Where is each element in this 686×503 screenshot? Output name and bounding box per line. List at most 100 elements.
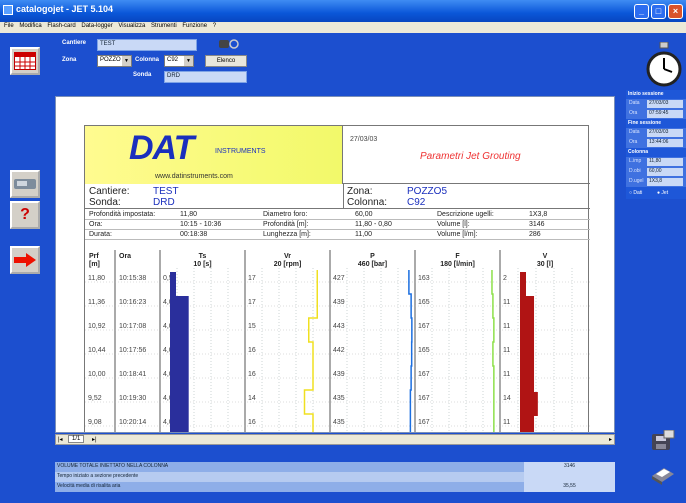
zona-value: POZZO5 bbox=[407, 186, 448, 197]
summary-label: Tempo iniziato a sezione precedente bbox=[55, 472, 524, 482]
colonna-label: Colonna bbox=[135, 57, 159, 63]
info-key: Volume [l]: bbox=[437, 221, 470, 228]
table-view-button[interactable] bbox=[10, 47, 40, 75]
zona-select[interactable]: POZZO ▼ bbox=[97, 55, 132, 67]
summary-value: 3146 bbox=[524, 462, 615, 472]
close-button[interactable]: × bbox=[668, 4, 683, 19]
session-panel: Inizio sessione Data 27/03/03 Ora 07:59:45… bbox=[626, 90, 686, 199]
colonna-header: Colonna bbox=[626, 148, 686, 157]
row-f: 165 bbox=[418, 347, 430, 354]
menu-file[interactable]: File bbox=[4, 23, 14, 29]
info-value: 00:18:38 bbox=[180, 231, 208, 238]
inizio-data-field[interactable]: 27/03/03 bbox=[647, 100, 683, 108]
dugel-row: D.ugel 1X3,8 bbox=[626, 177, 686, 187]
summary-row: Velocità media di risalita aria 35,55 bbox=[55, 482, 615, 492]
menu-visualizza[interactable]: Visualizza bbox=[118, 23, 145, 29]
row-prf: 10,00 bbox=[88, 371, 106, 378]
radio-dati[interactable]: ○ Dati bbox=[629, 190, 642, 196]
save-icon[interactable] bbox=[650, 429, 676, 454]
column-unit-ts: 10 [s] bbox=[193, 261, 211, 268]
clock-icon bbox=[646, 41, 682, 88]
fine-ora-field[interactable]: 13:44:06 bbox=[647, 139, 683, 147]
menu-funzione[interactable]: Funzione bbox=[182, 23, 207, 29]
connect-icon[interactable] bbox=[218, 37, 240, 51]
first-page-icon[interactable]: |◂ bbox=[58, 436, 63, 443]
maximize-button[interactable]: □ bbox=[651, 4, 666, 19]
column-header-p: P bbox=[370, 253, 375, 260]
label: Data bbox=[629, 129, 640, 135]
dugel-field[interactable]: 1X3,8 bbox=[647, 178, 683, 186]
minimize-button[interactable]: _ bbox=[634, 4, 649, 19]
row-ora: 10:20:14 bbox=[119, 419, 146, 426]
question-icon: ? bbox=[20, 206, 30, 223]
colonna-key: Colonna: bbox=[347, 197, 388, 208]
menu-flash-card[interactable]: Flash-card bbox=[47, 23, 75, 29]
summary-row: VOLUME TOTALE INIETTATO NELLA COLONNA 314… bbox=[55, 462, 615, 472]
label: D.ugel bbox=[629, 178, 644, 184]
next-button[interactable] bbox=[10, 246, 40, 274]
print-icon[interactable] bbox=[650, 462, 676, 486]
flash-card-button[interactable] bbox=[10, 170, 40, 198]
row-v: 11 bbox=[503, 419, 510, 426]
label: Ora bbox=[629, 139, 638, 145]
info-row: Ora: 10:15 - 10:36 Profondità [m]: 11,80… bbox=[85, 220, 590, 230]
row-vr: 15 bbox=[248, 323, 256, 330]
info-key: Volume [l/m]: bbox=[437, 231, 478, 238]
report-header: DAT INSTRUMENTS www.datinstruments.com 2… bbox=[85, 126, 590, 184]
info-key: Descrizione ugelli: bbox=[437, 211, 494, 218]
column-header-vr: Vr bbox=[284, 253, 291, 260]
row-f: 167 bbox=[418, 395, 430, 402]
jet-grouting-chart: Prf[m] Ora Ts10 [s] Vr20 [rpm] P460 [bar] F18… bbox=[85, 250, 590, 432]
help-button[interactable]: ? bbox=[10, 201, 40, 229]
colonna-select[interactable]: C92 ▼ bbox=[164, 55, 194, 67]
menu-help[interactable]: ? bbox=[213, 23, 216, 29]
scroll-right-icon[interactable]: ▸ bbox=[609, 436, 612, 443]
colonna-value: C92 bbox=[407, 197, 426, 208]
label: Data bbox=[629, 100, 640, 106]
sonda-field[interactable]: DRD bbox=[164, 71, 247, 83]
row-p: 435 bbox=[333, 395, 345, 402]
zona-label: Zona bbox=[62, 57, 77, 63]
cantiere-label: Cantiere bbox=[62, 40, 87, 46]
dobi-field[interactable]: 60,00 bbox=[647, 168, 683, 176]
row-v: 2 bbox=[503, 275, 507, 282]
dat-logo: DAT INSTRUMENTS www.datinstruments.com bbox=[85, 126, 343, 184]
info-key: Durata: bbox=[89, 231, 112, 238]
logo-sub: INSTRUMENTS bbox=[215, 148, 266, 155]
column-header-v: V bbox=[543, 253, 548, 260]
menu-data-logger[interactable]: Data-logger bbox=[81, 23, 112, 29]
row-prf: 9,08 bbox=[88, 419, 102, 426]
cantiere-field[interactable]: TEST bbox=[97, 39, 197, 51]
v-bar bbox=[520, 272, 526, 296]
summary-label: Velocità media di risalita aria bbox=[55, 482, 524, 492]
inizio-ora-field[interactable]: 07:59:45 bbox=[647, 110, 683, 118]
zona-key: Zona: bbox=[347, 186, 373, 197]
v-bar bbox=[520, 392, 538, 416]
radio-jet[interactable]: ● Jet bbox=[657, 190, 668, 196]
elenco-button[interactable]: Elenco bbox=[205, 55, 247, 67]
radio-dati-label: Dati bbox=[633, 190, 643, 196]
fine-data-field[interactable]: 27/03/03 bbox=[647, 129, 683, 137]
arrow-right-icon bbox=[14, 253, 36, 267]
row-ora: 10:19:30 bbox=[119, 395, 146, 402]
info-value: 60,00 bbox=[355, 211, 373, 218]
row-p: 439 bbox=[333, 371, 345, 378]
logo-url: www.datinstruments.com bbox=[155, 173, 233, 180]
row-vr: 16 bbox=[248, 419, 256, 426]
report-preview: DAT INSTRUMENTS www.datinstruments.com 2… bbox=[55, 96, 615, 433]
column-unit-f: 180 [l/min] bbox=[440, 261, 475, 268]
fine-ora-row: Ora 13:44:06 bbox=[626, 138, 686, 148]
menu-modifica[interactable]: Modifica bbox=[19, 23, 41, 29]
v-bar bbox=[520, 344, 535, 368]
f-trace bbox=[491, 270, 495, 432]
row-f: 167 bbox=[418, 323, 430, 330]
limp-field[interactable]: 11,80 bbox=[647, 158, 683, 166]
row-ora: 10:16:23 bbox=[119, 299, 146, 306]
summary-label: VOLUME TOTALE INIETTATO NELLA COLONNA bbox=[55, 462, 524, 472]
report-title: Parametri Jet Grouting bbox=[420, 151, 521, 162]
next-page-icon[interactable]: ▸| bbox=[92, 436, 97, 443]
info-key: Ora: bbox=[89, 221, 103, 228]
page-scrollbar[interactable]: |◂ 1/1 ▸| ▸ bbox=[55, 434, 615, 445]
menu-strumenti[interactable]: Strumenti bbox=[151, 23, 177, 29]
row-v: 11 bbox=[503, 347, 510, 354]
